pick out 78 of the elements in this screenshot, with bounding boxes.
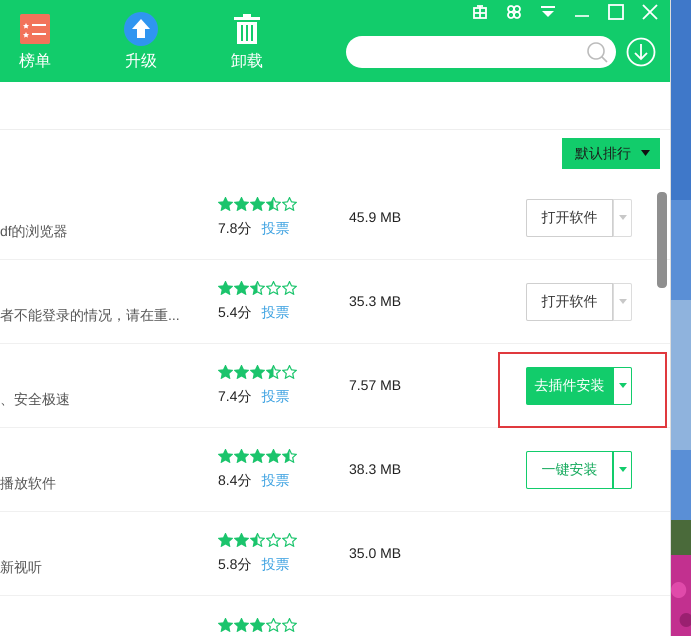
- toolbar-button[interactable]: 卸载: [194, 12, 300, 74]
- star-icon: [266, 532, 281, 546]
- star-icon: [266, 364, 281, 378]
- file-size: 45.9 MB: [349, 209, 402, 225]
- star-icon: [218, 364, 233, 378]
- action-button[interactable]: 一键安装: [526, 450, 613, 488]
- caret-icon: [618, 467, 626, 472]
- file-size: 35.0 MB: [349, 545, 402, 561]
- dropdown-caret-button[interactable]: [613, 198, 632, 236]
- star-icon: [234, 448, 249, 462]
- file-size: 7.57 MB: [349, 377, 402, 393]
- close-icon[interactable]: [642, 4, 658, 20]
- sort-dropdown[interactable]: 默认排行: [562, 138, 660, 168]
- star-icon: [234, 280, 249, 294]
- trash-icon: [234, 14, 260, 44]
- star-icon: [282, 280, 297, 294]
- toolbar-button[interactable]: 榜单: [0, 12, 88, 74]
- star-icon: [250, 196, 265, 210]
- star-icon: [282, 448, 297, 462]
- vote-link[interactable]: 投票: [261, 302, 290, 322]
- caret-icon: [641, 150, 650, 156]
- star-icon: [218, 196, 233, 210]
- star-icon: [234, 618, 249, 632]
- star-icon: [266, 618, 281, 632]
- star-icon: [282, 618, 297, 632]
- score: 7.8分: [218, 218, 252, 238]
- star-icon: [282, 196, 297, 210]
- app-description: 、安全极速: [0, 391, 70, 407]
- app-description: 者不能登录的情况，请在重...: [0, 307, 180, 323]
- star-icon: [266, 280, 281, 294]
- list-icon: [20, 14, 50, 44]
- score: 5.8分: [218, 554, 252, 574]
- search-icon[interactable]: [586, 41, 608, 63]
- maximize-icon[interactable]: [608, 4, 624, 20]
- star-icon: [266, 196, 281, 210]
- action-button[interactable]: 打开软件: [526, 282, 613, 320]
- score: 7.4分: [218, 386, 252, 406]
- download-icon[interactable]: [626, 37, 656, 67]
- search-field[interactable]: [346, 36, 616, 68]
- vote-link[interactable]: 投票: [261, 554, 290, 574]
- star-icon: [250, 618, 265, 632]
- score: 5.4分: [218, 302, 252, 322]
- score: 8.4分: [218, 470, 252, 490]
- star-icon: [234, 532, 249, 546]
- star-icon: [250, 364, 265, 378]
- star-icon: [218, 280, 233, 294]
- star-icon: [282, 364, 297, 378]
- app-description: 新视听: [0, 559, 42, 575]
- gift-icon[interactable]: [472, 4, 488, 20]
- skin-icon[interactable]: [506, 4, 522, 20]
- caret-icon: [618, 383, 626, 388]
- vote-link[interactable]: 投票: [261, 470, 290, 490]
- file-size: 35.3 MB: [349, 293, 402, 309]
- scrollbar-thumb[interactable]: [657, 192, 667, 288]
- star-icon: [218, 448, 233, 462]
- star-icon: [218, 532, 233, 546]
- app-description: df的浏览器: [0, 223, 68, 239]
- star-icon: [218, 618, 233, 632]
- vote-link[interactable]: 投票: [261, 386, 290, 406]
- dropdown-caret-button[interactable]: [613, 450, 632, 488]
- file-size: 38.3 MB: [349, 461, 402, 477]
- star-icon: [250, 280, 265, 294]
- toolbar-button[interactable]: 升级: [88, 12, 194, 74]
- star-icon: [266, 448, 281, 462]
- action-button[interactable]: 打开软件: [526, 198, 613, 236]
- star-icon: [250, 532, 265, 546]
- action-button[interactable]: 去插件安装: [526, 366, 613, 404]
- dropdown-caret-button[interactable]: [613, 366, 632, 404]
- caret-icon: [618, 215, 626, 220]
- star-icon: [250, 448, 265, 462]
- star-icon: [234, 196, 249, 210]
- caret-icon: [618, 299, 626, 304]
- app-description: 播放软件: [0, 475, 56, 491]
- dropdown-caret-button[interactable]: [613, 282, 632, 320]
- dropdown-menu-icon[interactable]: [540, 5, 556, 19]
- vote-link[interactable]: 投票: [261, 218, 290, 238]
- star-icon: [282, 532, 297, 546]
- star-icon: [234, 364, 249, 378]
